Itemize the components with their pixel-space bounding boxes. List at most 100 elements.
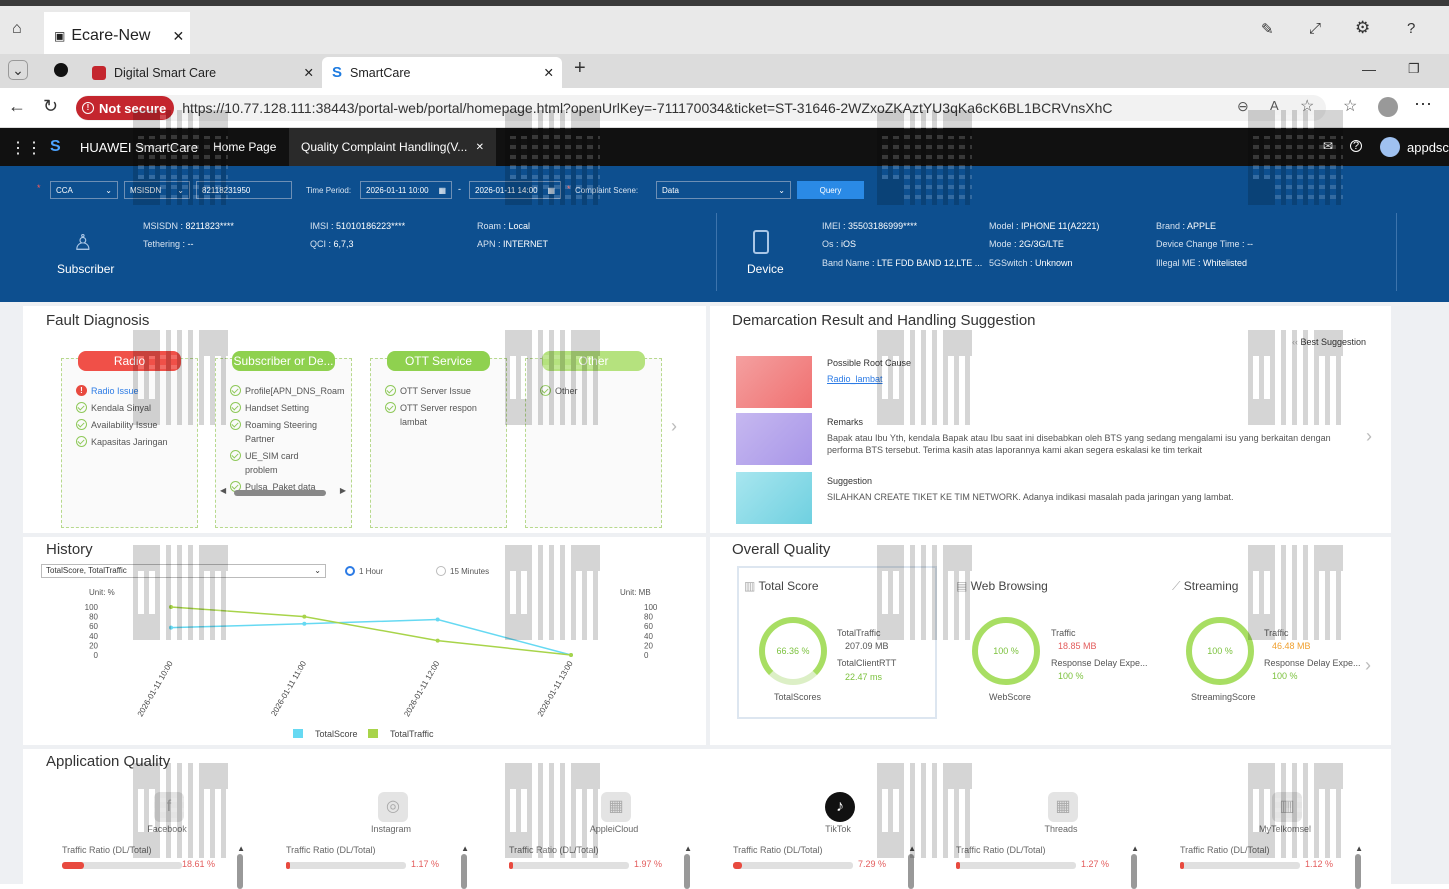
time-start-input[interactable]: 2026-01-11 10:00 ▦ xyxy=(360,181,452,199)
tab-quality-complaint[interactable]: Quality Complaint Handling(V... ✕ xyxy=(289,128,496,166)
info-key: Tethering xyxy=(143,239,181,249)
subscriber-pill[interactable]: Subscriber or De... xyxy=(232,351,335,371)
scroll-up-icon[interactable]: ▲ xyxy=(908,844,916,853)
chevron-right-icon[interactable]: › xyxy=(1365,655,1371,676)
restore-icon[interactable]: ❐ xyxy=(1408,61,1420,77)
horizontal-scrollbar[interactable]: ◀ ▶ xyxy=(220,486,346,497)
gear-icon[interactable]: ⚙ xyxy=(1355,18,1370,38)
chevron-right-icon[interactable]: › xyxy=(671,416,677,437)
chevron-down-icon: ⌄ xyxy=(177,185,184,195)
close-icon[interactable]: ✕ xyxy=(544,65,554,80)
tab-list-icon[interactable]: ⌄ xyxy=(8,60,28,80)
fault-item[interactable]: Availability Issue xyxy=(76,418,197,432)
x-tick-label: 2026-01-11 12:00 xyxy=(402,659,441,718)
root-cause-link[interactable]: Radio_lambat xyxy=(827,374,883,384)
zoom-icon[interactable]: ⊖ xyxy=(1237,98,1249,115)
check-icon xyxy=(230,450,241,461)
chevron-right-icon[interactable]: › xyxy=(1366,426,1372,447)
traffic-ratio-fill xyxy=(286,862,290,869)
mail-icon[interactable]: ✉ xyxy=(1323,139,1333,153)
required-mark: * xyxy=(567,184,571,194)
fault-item[interactable]: Kapasitas Jaringan xyxy=(76,435,197,449)
close-icon[interactable]: ✕ xyxy=(476,142,484,153)
url-field[interactable]: ! Not secure https://10.77.128.111:38443… xyxy=(76,95,1326,121)
scroll-up-icon[interactable]: ▲ xyxy=(684,844,692,853)
fault-item[interactable]: Kendala Sinyal xyxy=(76,401,197,415)
radio-15min[interactable] xyxy=(436,566,446,576)
fault-item[interactable]: UE_SIM card problem xyxy=(230,449,351,477)
help-icon[interactable]: ? xyxy=(1407,20,1415,37)
tab-home-page[interactable]: Home Page xyxy=(201,128,288,166)
traffic-ratio-label: Traffic Ratio (DL/Total) xyxy=(1180,845,1270,855)
fault-item[interactable]: OTT Server Issue xyxy=(385,384,506,398)
traffic-ratio-value: 1.12 % xyxy=(1304,859,1333,869)
back-icon[interactable]: ← xyxy=(8,96,26,117)
fault-item[interactable]: Other xyxy=(540,384,661,398)
tab-digital-smart-care[interactable]: Digital Smart Care ✕ xyxy=(82,57,320,88)
suggestion-text: SILAHKAN CREATE TIKET KE TIM NETWORK. Ad… xyxy=(827,492,1234,502)
ott-pill[interactable]: OTT Service xyxy=(387,351,490,371)
info-key: Roam xyxy=(477,221,502,231)
not-secure-badge[interactable]: ! Not secure xyxy=(76,96,175,120)
scroll-up-icon[interactable]: ▲ xyxy=(461,844,469,853)
radio-1hour[interactable] xyxy=(345,566,355,576)
new-tab-icon[interactable]: + xyxy=(574,57,586,80)
best-suggestion-link[interactable]: ‹‹ Best Suggestion xyxy=(1292,337,1366,347)
close-icon[interactable]: ✕ xyxy=(172,28,184,45)
radio-column: Radio ! Radio Issue Kendala Sinyal Availa… xyxy=(61,351,198,528)
smartcare-nav: ⋮⋮ S HUAWEI SmartCare Home Page Quality … xyxy=(0,128,1449,166)
more-icon[interactable]: ⋯ xyxy=(1414,94,1432,115)
check-icon xyxy=(76,419,87,430)
check-icon xyxy=(230,419,241,430)
fault-item[interactable]: Roaming Steering Partner xyxy=(230,418,351,446)
fault-item[interactable]: Handset Setting xyxy=(230,401,351,415)
scroll-left-icon[interactable]: ◀ xyxy=(220,486,226,495)
fault-item-label: Kapasitas Jaringan xyxy=(91,437,168,447)
home-icon[interactable]: ⌂ xyxy=(12,20,22,38)
query-button[interactable]: Query xyxy=(797,181,864,199)
fault-item[interactable]: Profile[APN_DNS_Roam xyxy=(230,384,351,398)
msisdn-input[interactable]: 82118231950 xyxy=(196,181,292,199)
close-icon[interactable]: ✕ xyxy=(304,65,314,80)
read-aloud-icon[interactable]: A xyxy=(1270,98,1279,113)
x-tick-label: 2026-01-11 10:00 xyxy=(136,659,175,718)
series-line xyxy=(170,618,572,656)
help-icon[interactable]: ? xyxy=(1350,140,1362,152)
profile-tab-icon[interactable] xyxy=(54,63,68,77)
fault-item[interactable]: ! Radio Issue xyxy=(76,384,197,398)
traffic-ratio-label: Traffic Ratio (DL/Total) xyxy=(509,845,599,855)
app-logo-icon: ◎ xyxy=(378,792,408,822)
radio-pill[interactable]: Radio xyxy=(78,351,181,371)
stream-traffic-key: Traffic xyxy=(1264,628,1289,638)
scene-select[interactable]: Data ⌄ xyxy=(656,181,791,199)
app-tab[interactable]: ▣ Ecare-New ✕ xyxy=(44,12,190,60)
tab-label: Quality Complaint Handling(V... xyxy=(301,140,468,154)
reload-icon[interactable]: ↻ xyxy=(43,96,58,117)
fault-item[interactable]: OTT Server respon lambat xyxy=(385,401,506,429)
user-avatar[interactable] xyxy=(1380,137,1400,157)
scroll-right-icon[interactable]: ▶ xyxy=(340,486,346,495)
expand-icon[interactable]: ⤢ xyxy=(1309,20,1321,37)
tab-smartcare[interactable]: S SmartCare ✕ xyxy=(322,57,562,88)
id-type-select[interactable]: MSISDN ⌄ xyxy=(124,181,190,199)
favorite-icon[interactable]: ☆ xyxy=(1300,96,1314,116)
scroll-up-icon[interactable]: ▲ xyxy=(237,844,245,853)
info-value: iOS xyxy=(841,239,857,249)
profile-avatar-icon[interactable] xyxy=(1378,97,1398,117)
favorites-icon[interactable]: ☆ xyxy=(1343,96,1357,116)
area-select[interactable]: CCA ⌄ xyxy=(50,181,118,199)
other-pill[interactable]: Other xyxy=(542,351,645,371)
scroll-up-icon[interactable]: ▲ xyxy=(1355,844,1363,853)
apps-grid-icon[interactable]: ⋮⋮ xyxy=(10,138,42,158)
web-delay-key: Response Delay Expe... xyxy=(1051,658,1148,668)
scroll-thumb[interactable] xyxy=(234,490,326,496)
traffic-ratio-value: 1.17 % xyxy=(410,859,439,869)
pin-icon[interactable]: ✎ xyxy=(1261,20,1274,38)
user-name[interactable]: appdsc xyxy=(1407,140,1449,155)
minimize-icon[interactable]: — xyxy=(1362,61,1376,77)
total-score-value: 66.36 % xyxy=(776,646,810,656)
metric-select[interactable]: TotalScore, TotalTraffic ⌄ xyxy=(41,564,326,578)
time-end-input[interactable]: 2026-01-11 14:00 ▦ xyxy=(469,181,561,199)
not-secure-label: Not secure xyxy=(99,100,167,116)
scroll-up-icon[interactable]: ▲ xyxy=(1131,844,1139,853)
